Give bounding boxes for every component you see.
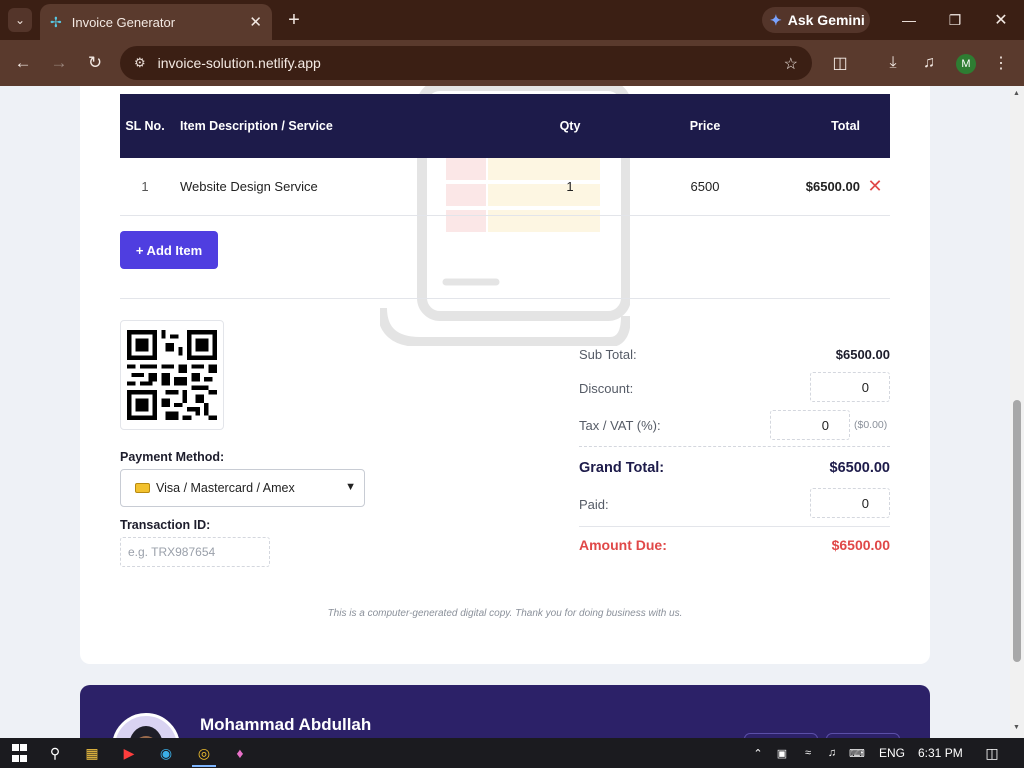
minimize-icon[interactable]: — [897, 8, 921, 32]
scrollbar-thumb[interactable] [1013, 400, 1021, 662]
edge-browser-icon[interactable]: ◉ [156, 743, 176, 763]
youtube-icon[interactable]: ▶ [119, 743, 139, 763]
reload-icon[interactable]: ↻ [83, 51, 107, 75]
grand-total-value: $6500.00 [829, 460, 890, 476]
header-price: Price [640, 94, 770, 158]
header-description: Item Description / Service [170, 94, 500, 158]
chrome-browser-icon[interactable]: ◎ [193, 743, 215, 763]
gemini-spark-icon: ✦ [770, 11, 782, 28]
keyboard-icon[interactable]: ⌨ [846, 743, 868, 763]
header-qty: Qty [500, 94, 640, 158]
row-total: $6500.00 [770, 158, 860, 216]
windows-start-icon[interactable] [10, 743, 28, 763]
extensions-puzzle-icon[interactable]: ◫ [828, 51, 852, 75]
items-table: SL No. Item Description / Service Qty Pr… [120, 94, 890, 216]
summary-divider-2 [579, 526, 890, 527]
paid-label: Paid: [579, 497, 609, 512]
payment-method-select[interactable]: Visa / Mastercard / Amex ▼ [120, 469, 365, 507]
add-item-button[interactable]: + Add Item [120, 231, 218, 269]
summary-divider [579, 446, 890, 447]
scroll-down-icon[interactable]: ▼ [1013, 724, 1020, 731]
chevron-down-icon: ⌄ [14, 13, 26, 27]
subtotal-value: $6500.00 [835, 347, 890, 362]
forward-arrow-icon[interactable]: → [47, 51, 71, 75]
active-app-indicator [192, 765, 216, 767]
search-icon[interactable]: ⚲ [45, 743, 65, 763]
restore-icon[interactable]: ❐ [943, 8, 967, 32]
profile-avatar[interactable]: M [956, 54, 976, 74]
author-name: Mohammad Abdullah [200, 715, 372, 734]
page-scrollbar[interactable]: ▲ ▼ [1010, 86, 1024, 738]
volume-icon[interactable]: ♫ [824, 743, 840, 763]
windows-taskbar: ⚲ ▦ ▶ ◉ ◎ ♦ ⌃ ▣ ≈ ♫ ⌨ ENG 6:31 PM ◫ [0, 738, 1024, 768]
ask-gemini-button[interactable]: ✦ Ask Gemini [762, 7, 870, 33]
discount-label: Discount: [579, 381, 634, 396]
row-price-input[interactable]: 6500 [640, 158, 770, 216]
author-avatar [112, 713, 180, 738]
url-text: invoice-solution.netlify.app [157, 55, 321, 71]
paid-input[interactable]: 0 [810, 488, 890, 518]
subtotal-label: Sub Total: [579, 347, 637, 362]
gemini-label: Ask Gemini [787, 12, 865, 28]
header-sl: SL No. [120, 94, 170, 158]
address-bar[interactable]: ⚙ invoice-solution.netlify.app ☆ [120, 46, 812, 80]
table-row: 1 Website Design Service 1 6500 $6500.00… [120, 158, 890, 216]
back-arrow-icon[interactable]: ← [11, 51, 35, 75]
tab-title: Invoice Generator [71, 14, 176, 30]
app-pin-icon[interactable]: ♦ [230, 743, 250, 763]
wifi-icon[interactable]: ≈ [800, 743, 816, 763]
grand-total-label: Grand Total: [579, 460, 665, 476]
page-viewport: SL No. Item Description / Service Qty Pr… [0, 86, 1010, 738]
discount-input[interactable]: 0 [810, 372, 890, 402]
tax-label: Tax / VAT (%): [579, 418, 661, 433]
row-sl: 1 [120, 158, 170, 216]
browser-tab-active[interactable]: ✢ Invoice Generator ✕ [40, 4, 272, 40]
header-delete [860, 94, 890, 158]
delete-x-icon: ✕ [867, 176, 883, 197]
credit-card-icon [135, 483, 150, 493]
amount-due-value: $6500.00 [831, 537, 890, 553]
new-tab-button[interactable]: + [282, 8, 306, 32]
footer-note: This is a computer-generated digital cop… [327, 608, 683, 619]
meet-now-icon[interactable]: ▣ [774, 743, 790, 763]
invoice-card: SL No. Item Description / Service Qty Pr… [80, 86, 930, 664]
system-clock[interactable]: 6:31 PM [918, 746, 963, 760]
section-divider [120, 298, 890, 299]
row-description-input[interactable]: Website Design Service [170, 158, 500, 216]
invoice-favicon-icon: ✢ [50, 13, 62, 30]
author-profile-card: Mohammad Abdullah [80, 685, 930, 738]
media-controls-icon[interactable]: ♫ [917, 51, 941, 75]
notification-center-icon[interactable]: ◫ [982, 743, 1002, 763]
browser-menu-icon[interactable]: ⋮ [989, 51, 1013, 75]
header-total: Total [770, 94, 860, 158]
delete-row-button[interactable]: ✕ [860, 158, 890, 216]
chevron-down-icon: ▼ [345, 481, 356, 493]
tax-amount: ($0.00) [854, 419, 888, 431]
bookmark-star-icon[interactable]: ☆ [784, 54, 798, 74]
payment-method-label: Payment Method: [120, 450, 225, 464]
tray-chevron-up-icon[interactable]: ⌃ [750, 743, 766, 763]
tax-input[interactable]: 0 [770, 410, 850, 440]
site-settings-icon[interactable]: ⚙ [134, 55, 146, 71]
payment-qr-code [120, 320, 224, 430]
file-explorer-icon[interactable]: ▦ [82, 743, 102, 763]
transaction-id-label: Transaction ID: [120, 518, 211, 532]
tab-search-button[interactable]: ⌄ [8, 8, 32, 32]
downloads-icon[interactable]: ⤓ [881, 51, 905, 75]
browser-tab-strip: ⌄ ✢ Invoice Generator ✕ + ✦ Ask Gemini —… [0, 0, 1024, 40]
table-header-row: SL No. Item Description / Service Qty Pr… [120, 94, 890, 158]
close-window-icon[interactable]: ✕ [989, 8, 1013, 32]
input-language[interactable]: ENG [879, 746, 905, 760]
row-qty-input[interactable]: 1 [500, 158, 640, 216]
scroll-up-icon[interactable]: ▲ [1013, 90, 1020, 97]
browser-toolbar: ← → ↻ ⚙ invoice-solution.netlify.app ☆ ◫… [0, 40, 1024, 86]
amount-due-label: Amount Due: [579, 537, 667, 553]
close-tab-icon[interactable]: ✕ [249, 13, 262, 31]
transaction-id-input[interactable]: e.g. TRX987654 [120, 537, 270, 567]
qr-code-icon [127, 330, 217, 420]
payment-method-value: Visa / Mastercard / Amex [156, 481, 295, 495]
